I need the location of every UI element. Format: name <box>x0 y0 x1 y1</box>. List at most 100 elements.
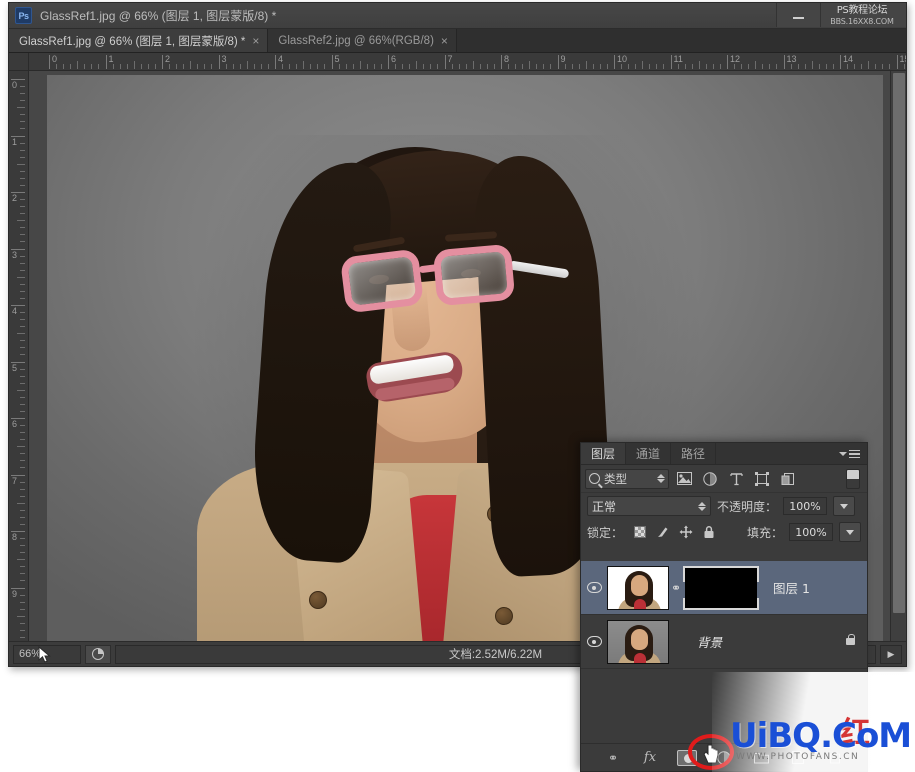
ruler-tick-minor <box>472 61 474 69</box>
table-row[interactable]: 背景 <box>581 615 867 669</box>
ruler-label: 3 <box>12 249 18 260</box>
fill-label: 填充： <box>746 525 783 540</box>
ruler-label: 13 <box>786 54 797 64</box>
layer-thumbnail[interactable] <box>607 619 669 664</box>
close-icon[interactable]: × <box>252 34 259 48</box>
layer-list: ⚭ 图层 1 背景 <box>581 561 867 743</box>
close-icon[interactable]: × <box>441 34 448 48</box>
new-layer-icon[interactable] <box>788 748 808 768</box>
horizontal-ruler[interactable]: 0123456789101112131415 <box>29 53 906 71</box>
document-tab-glassref1[interactable]: GlassRef1.jpg @ 66% (图层 1, 图层蒙版/8) * × <box>9 29 269 52</box>
layer-mask-thumbnail[interactable] <box>683 565 759 610</box>
ruler-tick-minor <box>197 64 199 69</box>
add-layer-mask-icon[interactable] <box>677 748 697 768</box>
document-tab-glassref2[interactable]: GlassRef2.jpg @ 66%(RGB/8) × <box>268 29 457 52</box>
fill-slider-button[interactable] <box>839 522 861 542</box>
document-tab-strip: GlassRef1.jpg @ 66% (图层 1, 图层蒙版/8) * × G… <box>9 29 906 53</box>
zoom-level-field[interactable]: 66% <box>13 644 81 664</box>
ruler-tick-minor <box>20 580 25 582</box>
ruler-corner[interactable] <box>9 53 29 71</box>
layer-name[interactable]: 背景 <box>669 632 837 651</box>
layer-style-fx-icon[interactable]: fx <box>640 748 660 768</box>
chevron-down-icon <box>840 503 849 509</box>
ruler-tick-minor <box>804 64 806 69</box>
ruler-tick-minor <box>762 64 764 69</box>
ruler-tick-minor <box>267 64 269 69</box>
ruler-tick-minor <box>260 64 262 69</box>
tab-layers-label: 图层 <box>591 447 616 461</box>
ruler-tick-minor <box>20 241 25 243</box>
opacity-slider-button[interactable] <box>833 496 856 516</box>
ruler-tick-minor <box>861 64 863 69</box>
ruler-tick-minor <box>20 121 25 123</box>
layer-name[interactable]: 图层 1 <box>759 578 867 597</box>
ruler-tick-minor <box>17 276 25 278</box>
ruler-label: 2 <box>165 54 171 64</box>
layer-filter-row: 类型 <box>581 465 867 493</box>
tab-paths[interactable]: 路径 <box>671 443 717 464</box>
ruler-tick-minor <box>691 64 693 69</box>
ruler-tick-minor <box>17 559 25 561</box>
ruler-tick-minor <box>486 64 488 69</box>
opacity-label: 不透明度： <box>717 499 778 514</box>
ruler-tick-minor <box>282 64 284 69</box>
ruler-tick-minor <box>536 64 538 69</box>
ruler-tick-minor <box>176 64 178 69</box>
new-group-icon[interactable] <box>751 748 771 768</box>
filter-toggle-switch[interactable] <box>846 468 860 489</box>
ruler-label: 12 <box>730 54 741 64</box>
ruler-tick-minor <box>20 283 25 285</box>
delete-layer-icon[interactable] <box>825 748 845 768</box>
link-layers-icon[interactable]: ⚭ <box>603 748 623 768</box>
lock-transparent-pixels-icon[interactable] <box>633 525 647 539</box>
ruler-label: 2 <box>12 193 18 203</box>
panel-menu-icon[interactable] <box>839 447 861 461</box>
chevron-down-icon <box>846 529 854 535</box>
tab-paths-label: 路径 <box>681 447 706 461</box>
lock-all-icon[interactable] <box>702 525 716 539</box>
minimize-button[interactable] <box>776 3 820 27</box>
ruler-tick-minor <box>20 347 25 349</box>
scrollbar-thumb[interactable] <box>893 73 905 613</box>
ruler-tick-minor <box>571 64 573 69</box>
document-size-icon[interactable] <box>85 644 111 664</box>
minimize-icon <box>793 17 804 19</box>
status-menu-arrow[interactable]: ▶ <box>880 644 902 664</box>
tab-channels[interactable]: 通道 <box>626 443 672 464</box>
table-row[interactable]: ⚭ 图层 1 <box>581 561 867 615</box>
ruler-tick-minor <box>20 100 25 102</box>
canvas-vertical-scrollbar[interactable] <box>890 71 906 647</box>
ruler-tick-minor <box>642 61 644 69</box>
adjustment-layer-filter-icon[interactable] <box>699 469 721 489</box>
ruler-tick-minor <box>20 184 25 186</box>
blend-mode-select[interactable]: 正常 <box>587 496 711 516</box>
new-fill-adjustment-icon[interactable] <box>714 748 734 768</box>
ruler-label: 1 <box>108 54 114 64</box>
thumbnail-shirt <box>634 652 646 663</box>
opacity-value[interactable]: 100% <box>783 497 828 515</box>
ruler-tick-minor <box>20 460 25 462</box>
vertical-ruler[interactable]: 012345678910 <box>9 71 29 665</box>
ruler-tick-minor <box>20 516 25 518</box>
lock-position-icon[interactable] <box>679 525 693 539</box>
layer-visibility-toggle[interactable] <box>581 582 607 593</box>
pixel-layer-filter-icon[interactable] <box>673 469 695 489</box>
layer-visibility-toggle[interactable] <box>581 636 607 647</box>
filter-kind-select[interactable]: 类型 <box>585 468 669 489</box>
shape-layer-filter-icon[interactable] <box>751 469 773 489</box>
fill-value[interactable]: 100% <box>789 523 833 541</box>
thumbnail-shirt <box>634 598 646 609</box>
ruler-tick-minor <box>20 156 25 158</box>
layer-thumbnail[interactable] <box>607 565 669 610</box>
ruler-tick-minor <box>20 213 25 215</box>
ruler-tick-minor <box>345 64 347 69</box>
tab-layers[interactable]: 图层 <box>581 443 627 464</box>
lock-image-pixels-icon[interactable] <box>656 525 670 539</box>
ruler-tick-minor <box>20 608 25 610</box>
jacket-button <box>309 591 327 609</box>
smart-object-filter-icon[interactable] <box>777 469 799 489</box>
type-layer-filter-icon[interactable] <box>725 469 747 489</box>
ruler-tick-minor <box>359 61 361 69</box>
ruler-tick-minor <box>20 326 25 328</box>
link-icon[interactable]: ⚭ <box>669 581 683 595</box>
